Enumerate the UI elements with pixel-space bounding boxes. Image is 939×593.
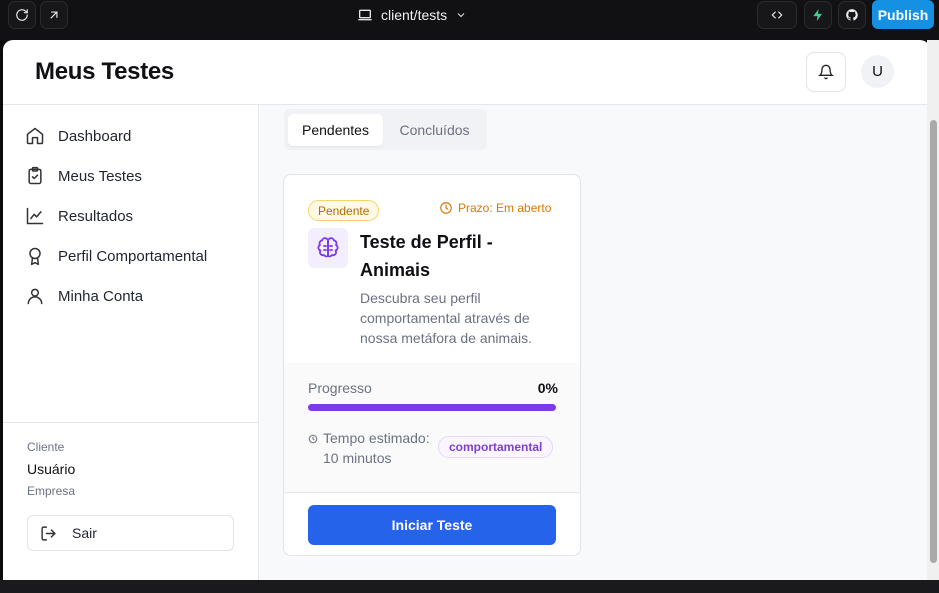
time-estimate: Tempo estimado: 10 minutos bbox=[308, 428, 443, 468]
main-content: Pendentes Concluídos Pendente Prazo: Em … bbox=[260, 105, 930, 580]
user-icon bbox=[27, 288, 43, 305]
code-icon bbox=[771, 11, 783, 19]
test-description: Descubra seu perfil comportamental atrav… bbox=[360, 290, 532, 346]
refresh-icon bbox=[16, 9, 28, 21]
bell-icon bbox=[818, 64, 834, 80]
sidebar-item-label: Dashboard bbox=[58, 127, 132, 145]
client-label: Cliente bbox=[27, 440, 65, 454]
progress-label: Progresso bbox=[308, 380, 372, 396]
code-view-button[interactable] bbox=[757, 1, 797, 29]
logout-label: Sair bbox=[72, 525, 97, 541]
clock-icon bbox=[440, 202, 452, 214]
category-badge: comportamental bbox=[438, 436, 554, 458]
sidebar: Dashboard Meus Testes Resultados Perfil … bbox=[3, 105, 259, 580]
sidebar-item-meus-testes[interactable]: Meus Testes bbox=[25, 163, 142, 189]
github-button[interactable] bbox=[838, 1, 866, 29]
client-company: Empresa bbox=[27, 484, 76, 498]
publish-button[interactable]: Publish bbox=[872, 0, 934, 29]
chevron-down-icon bbox=[457, 13, 465, 18]
url-selector[interactable]: client/tests bbox=[357, 5, 467, 25]
logout-button[interactable]: Sair bbox=[27, 515, 234, 551]
tab-concluidos[interactable]: Concluídos bbox=[387, 114, 482, 146]
sidebar-item-label: Resultados bbox=[58, 207, 134, 225]
test-title: Teste de Perfil - Animais bbox=[360, 232, 493, 280]
github-icon bbox=[846, 9, 858, 21]
home-icon bbox=[26, 127, 44, 145]
sidebar-divider bbox=[3, 422, 259, 423]
tabs: Pendentes Concluídos bbox=[284, 109, 487, 150]
tab-pendentes[interactable]: Pendentes bbox=[288, 114, 383, 146]
lightning-icon bbox=[813, 9, 823, 21]
sidebar-item-minha-conta[interactable]: Minha Conta bbox=[25, 283, 143, 309]
time-estimate-text: Tempo estimado: 10 minutos bbox=[323, 430, 430, 466]
brain-icon bbox=[317, 237, 339, 258]
clock-icon bbox=[308, 434, 318, 444]
laptop-icon bbox=[358, 9, 372, 21]
deadline: Prazo: Em aberto bbox=[439, 201, 551, 215]
url-label: client/tests bbox=[381, 7, 448, 23]
scrollbar[interactable] bbox=[927, 40, 939, 580]
scrollbar-thumb[interactable] bbox=[930, 120, 937, 563]
supabase-button[interactable] bbox=[804, 1, 832, 29]
test-card: Pendente Prazo: Em aberto Teste de Perfi… bbox=[283, 174, 581, 556]
progress-section: Progresso 0% Tempo estimado: 10 minutos … bbox=[284, 363, 580, 493]
sidebar-item-label: Minha Conta bbox=[58, 287, 144, 305]
arrow-up-right-icon bbox=[50, 11, 58, 19]
sidebar-item-perfil-comportamental[interactable]: Perfil Comportamental bbox=[25, 243, 207, 269]
page-title: Meus Testes bbox=[35, 58, 174, 85]
notifications-button[interactable] bbox=[806, 52, 846, 92]
progress-bar bbox=[308, 404, 556, 411]
top-bar: client/tests Publish bbox=[0, 0, 939, 40]
clipboard-check-icon bbox=[28, 166, 42, 185]
card-divider bbox=[284, 492, 580, 493]
deadline-text: Prazo: Em aberto bbox=[458, 201, 552, 215]
sidebar-item-label: Perfil Comportamental bbox=[58, 247, 208, 265]
avatar[interactable]: U bbox=[861, 55, 894, 88]
status-badge: Pendente bbox=[308, 200, 380, 221]
open-external-button[interactable] bbox=[40, 1, 68, 29]
test-icon-box bbox=[308, 228, 348, 268]
progress-value: 0% bbox=[537, 380, 558, 396]
bottom-strip bbox=[0, 580, 939, 593]
start-test-button[interactable]: Iniciar Teste bbox=[308, 505, 556, 545]
app-window: Meus Testes U Dashboard Meus Testes Resu… bbox=[3, 40, 930, 580]
sidebar-item-dashboard[interactable]: Dashboard bbox=[25, 123, 131, 149]
sidebar-item-resultados[interactable]: Resultados bbox=[25, 203, 133, 229]
sidebar-item-label: Meus Testes bbox=[58, 167, 142, 185]
award-icon bbox=[29, 247, 41, 266]
client-name: Usuário bbox=[27, 461, 76, 477]
app-header: Meus Testes U bbox=[3, 40, 930, 105]
refresh-button[interactable] bbox=[8, 1, 36, 29]
line-chart-icon bbox=[26, 207, 44, 225]
logout-icon bbox=[41, 525, 56, 541]
